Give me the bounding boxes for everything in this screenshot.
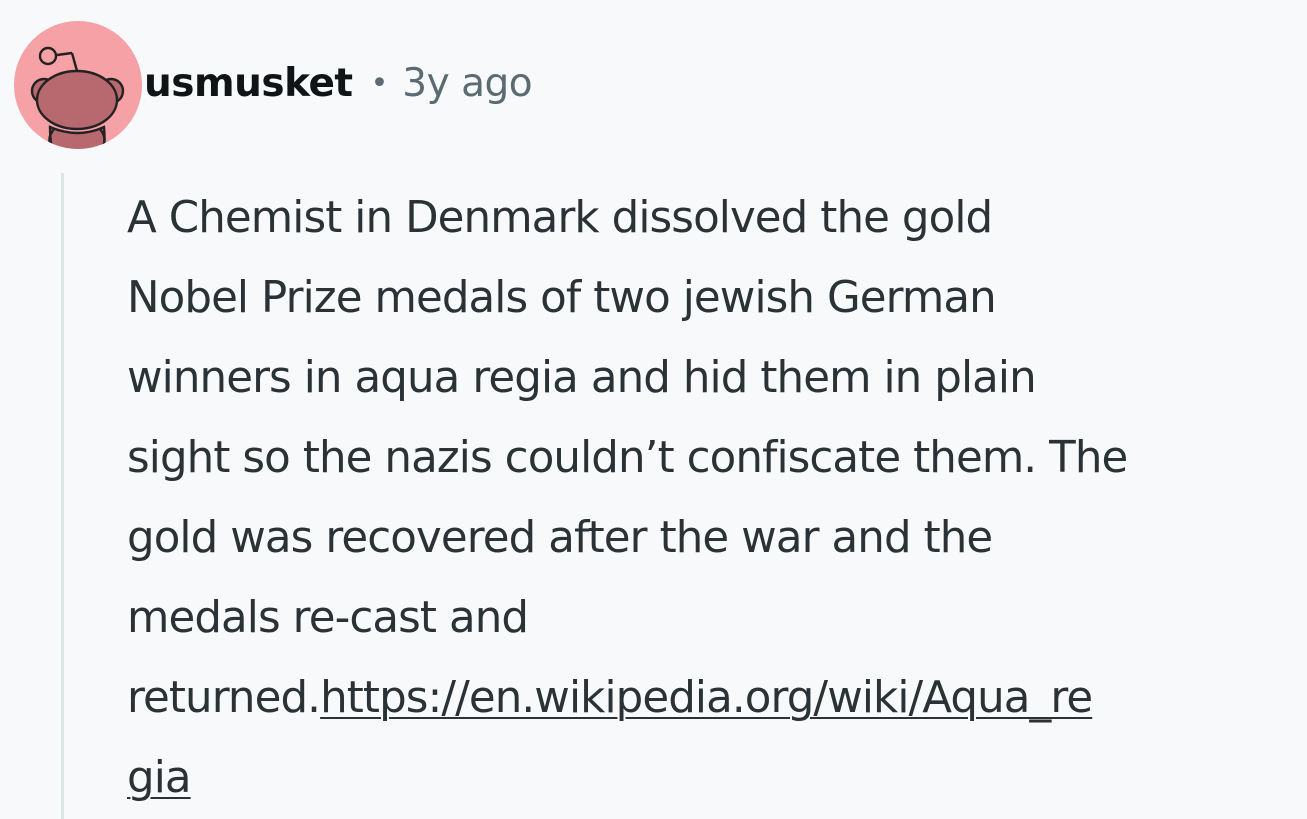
comment-text-tail: returned.: [127, 673, 321, 723]
meta-separator: •: [370, 65, 389, 101]
username-link[interactable]: usmusket: [144, 61, 353, 106]
comment-meta: usmusket • 3y ago: [144, 53, 533, 113]
comment-text-line: A Chemist in Denmark dissolved the gold: [127, 193, 993, 243]
comment-text-line: sight so the nazis couldn’t confiscate t…: [127, 433, 1128, 483]
timestamp[interactable]: 3y ago: [402, 61, 532, 106]
wikipedia-link-part2: gia: [127, 753, 192, 803]
comment: usmusket • 3y ago A Chemist in Denmark d…: [0, 0, 1307, 819]
avatar[interactable]: [14, 21, 142, 149]
comment-body: A Chemist in Denmark dissolved the gold …: [127, 178, 1302, 818]
comment-text-line: Nobel Prize medals of two jewish German: [127, 273, 997, 323]
comment-text-line: gold was recovered after the war and the: [127, 513, 993, 563]
snoo-avatar-icon: [30, 46, 125, 149]
thread-collapse-line[interactable]: [61, 173, 64, 819]
comment-header: usmusket • 3y ago: [14, 20, 533, 150]
wikipedia-link-part1: https://en.wikipedia.org/wiki/Aqua_re: [320, 673, 1093, 723]
comment-text-line: winners in aqua regia and hid them in pl…: [127, 353, 1037, 403]
comment-text-line: medals re-cast and: [127, 593, 529, 643]
